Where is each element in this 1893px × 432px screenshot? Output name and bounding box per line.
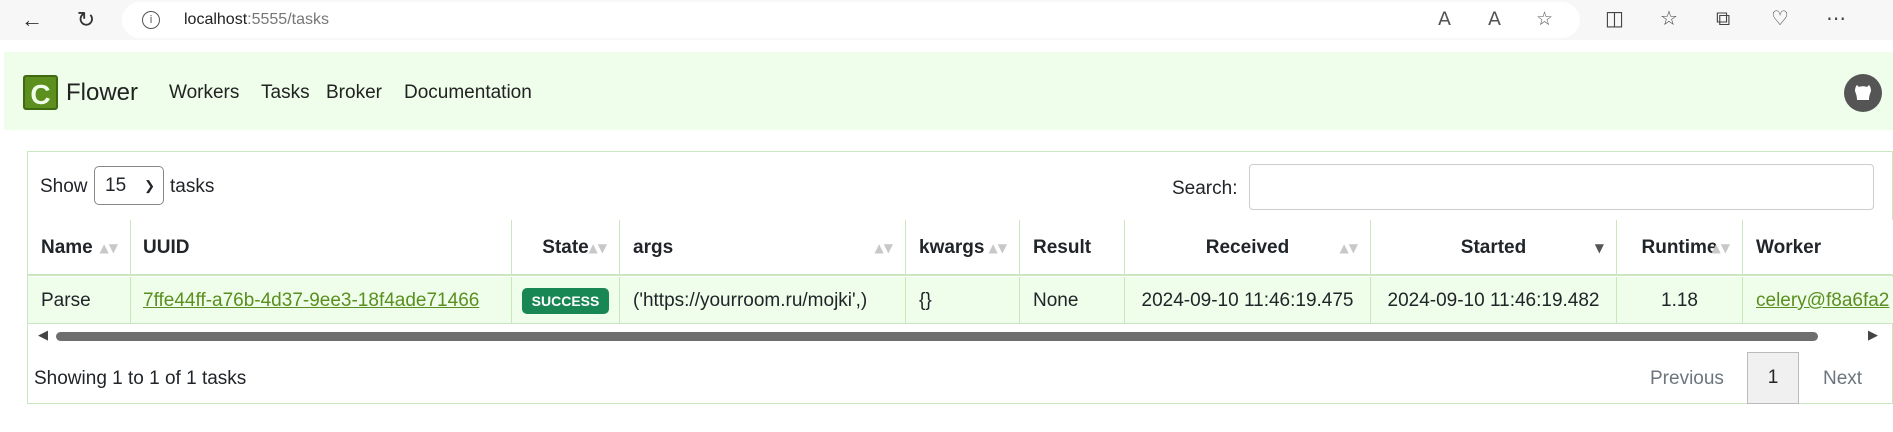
site-info-icon[interactable]: i <box>142 11 160 29</box>
col-state[interactable]: State ▲▼ <box>512 220 620 276</box>
task-uuid-link[interactable]: 7ffe44ff-a76b-4d37-9ee3-18f4ade71466 <box>143 290 479 311</box>
page-size-select[interactable]: 15 ❯ <box>94 166 164 205</box>
search-input[interactable] <box>1249 164 1874 210</box>
cell-result: None <box>1020 277 1125 324</box>
chevron-down-icon: ❯ <box>144 178 155 193</box>
col-started[interactable]: Started ▼ <box>1371 220 1617 276</box>
pagination-next[interactable]: Next <box>1823 368 1862 390</box>
col-uuid[interactable]: UUID <box>131 220 512 276</box>
sort-icon: ▲▼ <box>1339 241 1358 255</box>
pagination-page-1[interactable]: 1 <box>1747 352 1799 404</box>
browser-toolbar: ← ↻ i localhost:5555/tasks А A ☆ ◫ ☆ ⧉ ♡… <box>0 0 1893 40</box>
scrollbar-thumb[interactable] <box>56 332 1818 341</box>
brand-name[interactable]: Flower <box>66 79 138 107</box>
scroll-right-icon[interactable]: ▶ <box>1868 328 1878 343</box>
nav-tasks[interactable]: Tasks <box>261 82 310 104</box>
split-screen-icon[interactable]: ◫ <box>1605 6 1624 30</box>
col-worker[interactable]: Worker <box>1743 220 1893 276</box>
sort-icon: ▲▼ <box>874 241 893 255</box>
col-runtime[interactable]: Runtime ▲▼ <box>1617 220 1743 276</box>
col-result[interactable]: Result <box>1020 220 1125 276</box>
cell-state: SUCCESS <box>512 277 620 324</box>
browser-essentials-icon[interactable]: ♡ <box>1771 6 1789 30</box>
sort-icon: ▲▼ <box>99 241 118 255</box>
translate-icon[interactable]: А <box>1438 8 1451 30</box>
url-text[interactable]: localhost:5555/tasks <box>184 11 329 29</box>
github-icon[interactable] <box>1844 74 1882 112</box>
favorites-icon[interactable]: ☆ <box>1660 6 1678 30</box>
address-bar[interactable]: i localhost:5555/tasks А A ☆ <box>122 2 1580 38</box>
horizontal-scrollbar[interactable]: ◀ ▶ <box>28 327 1893 345</box>
col-args[interactable]: args ▲▼ <box>620 220 906 276</box>
read-aloud-icon[interactable]: A <box>1488 8 1501 30</box>
scroll-left-icon[interactable]: ◀ <box>38 328 48 343</box>
col-kwargs[interactable]: kwargs ▲▼ <box>906 220 1020 276</box>
sort-icon: ▲▼ <box>1711 241 1730 255</box>
favorite-star-icon[interactable]: ☆ <box>1536 8 1553 30</box>
nav-documentation[interactable]: Documentation <box>404 82 532 104</box>
nav-workers[interactable]: Workers <box>169 82 239 104</box>
show-label: Show <box>40 176 88 197</box>
refresh-icon[interactable]: ↻ <box>72 6 100 34</box>
sort-icon: ▲▼ <box>988 241 1007 255</box>
more-icon[interactable]: ⋯ <box>1826 6 1846 30</box>
cell-name: Parse <box>28 277 131 324</box>
cell-args: ('https://yourroom.ru/mojki',) <box>620 277 906 324</box>
cell-uuid: 7ffe44ff-a76b-4d37-9ee3-18f4ade71466 <box>131 277 512 324</box>
nav-broker[interactable]: Broker <box>326 82 382 104</box>
cell-kwargs: {} <box>906 277 1020 324</box>
pagination-previous[interactable]: Previous <box>1650 368 1724 390</box>
cell-started: 2024-09-10 11:46:19.482 <box>1371 277 1617 324</box>
col-name[interactable]: Name ▲▼ <box>28 220 131 276</box>
back-icon[interactable]: ← <box>18 6 46 34</box>
sort-desc-icon: ▼ <box>1594 241 1604 255</box>
search-label: Search: <box>1172 178 1238 199</box>
status-badge: SUCCESS <box>521 287 610 314</box>
cell-runtime: 1.18 <box>1617 277 1743 324</box>
tasks-label: tasks <box>170 176 215 197</box>
col-received[interactable]: Received ▲▼ <box>1125 220 1371 276</box>
sort-icon: ▲▼ <box>588 241 607 255</box>
cell-worker: celery@f8a6fa2 <box>1743 277 1893 324</box>
collections-icon[interactable]: ⧉ <box>1716 6 1730 30</box>
cell-received: 2024-09-10 11:46:19.475 <box>1125 277 1371 324</box>
table-info: Showing 1 to 1 of 1 tasks <box>34 368 247 389</box>
worker-link[interactable]: celery@f8a6fa2 <box>1756 290 1889 311</box>
flower-logo-icon[interactable]: C <box>23 75 58 110</box>
